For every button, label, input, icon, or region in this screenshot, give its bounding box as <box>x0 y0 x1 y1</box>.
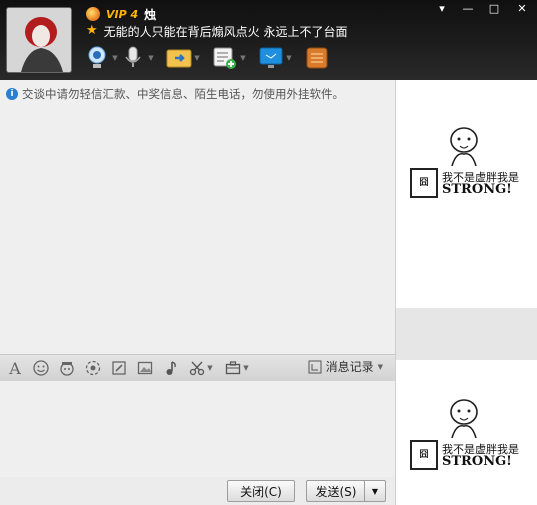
meme-face-icon <box>450 399 478 439</box>
minimize-button[interactable]: — <box>455 0 481 16</box>
app-box-icon <box>306 47 328 69</box>
app-box-button[interactable] <box>304 44 330 72</box>
video-call-dropdown[interactable]: ▼ <box>110 44 120 72</box>
shake-icon <box>85 360 101 376</box>
image-button[interactable] <box>134 358 156 378</box>
bottom-bar: 关闭(C) 发送(S) ▼ <box>0 477 396 505</box>
meme-title: STRONG! <box>442 454 512 469</box>
create-discussion-dropdown[interactable]: ▼ <box>238 44 248 72</box>
message-history-button[interactable]: 消息记录 ▼ <box>308 358 383 375</box>
top-toolbar: ▼ ▼ ▼ ▼ ▼ <box>84 44 330 72</box>
info-icon: i <box>6 88 18 100</box>
graffiti-button[interactable] <box>108 358 130 378</box>
create-discussion-button[interactable] <box>212 44 238 72</box>
folder-arrow-icon <box>166 49 192 68</box>
font-button[interactable]: A <box>4 358 26 378</box>
message-input[interactable] <box>0 381 396 477</box>
scissors-icon <box>190 361 205 376</box>
clock-icon <box>308 360 322 373</box>
video-call-button[interactable] <box>84 44 110 72</box>
chevron-down-icon: ▼ <box>243 364 249 372</box>
music-button[interactable] <box>160 358 182 378</box>
voice-call-dropdown[interactable]: ▼ <box>146 44 156 72</box>
vip-badge[interactable]: VIP 4 <box>106 8 138 21</box>
emoji-button[interactable] <box>30 358 52 378</box>
chevron-down-icon: ▼ <box>377 362 383 371</box>
meme-seal: 囧 <box>410 168 438 198</box>
panel-divider <box>396 308 537 360</box>
close-button[interactable]: 关闭(C) <box>227 480 295 502</box>
maximize-button[interactable]: □ <box>481 0 507 16</box>
message-area[interactable]: i 交谈中请勿轻信汇款、中奖信息、陌生电话，勿使用外挂软件。 <box>0 80 396 354</box>
remote-assist-button[interactable] <box>258 44 284 72</box>
send-file-dropdown[interactable]: ▼ <box>192 44 202 72</box>
close-window-button[interactable]: ✕ <box>507 0 537 16</box>
security-notice-text: 交谈中请勿轻信汇款、中奖信息、陌生电话，勿使用外挂软件。 <box>22 87 344 101</box>
chevron-down-icon: ▼ <box>371 486 379 496</box>
meme-face-icon <box>450 127 478 167</box>
face-icon <box>60 362 74 376</box>
music-note-icon <box>166 361 176 375</box>
screenshot-button[interactable]: ▼ <box>186 358 216 378</box>
vip-line: VIP 4 烛 <box>86 6 156 22</box>
menu-button[interactable]: ▾ <box>429 0 455 16</box>
input-toolbar: A ▼ ▼ 消息记录 ▼ <box>0 354 396 382</box>
remote-assist-dropdown[interactable]: ▼ <box>284 44 294 72</box>
star-icon: ★ <box>86 23 98 38</box>
image-icon <box>137 361 153 375</box>
send-button[interactable]: 发送(S) <box>306 480 365 502</box>
briefcase-icon <box>226 361 241 375</box>
chevron-down-icon: ▼ <box>207 364 213 372</box>
microphone-icon <box>125 46 141 67</box>
security-notice: i 交谈中请勿轻信汇款、中奖信息、陌生电话，勿使用外挂软件。 <box>6 86 344 102</box>
send-options-button[interactable]: ▼ <box>364 480 386 502</box>
edit-icon <box>112 361 126 375</box>
avatar[interactable] <box>6 7 72 73</box>
window-controls: ▾ — □ ✕ <box>429 0 537 16</box>
show-image-bottom[interactable]: 囧 我不是虚胖我是 STRONG! <box>410 398 522 478</box>
webcam-icon <box>88 46 106 68</box>
monitor-icon <box>259 47 283 68</box>
toolbox-button[interactable]: ▼ <box>222 358 252 378</box>
add-list-icon <box>213 47 236 69</box>
vip-crown-icon <box>86 7 100 21</box>
voice-call-button[interactable] <box>120 44 146 72</box>
chat-header: VIP 4 烛 ★ 无能的人只能在背后煽风点火 永远上不了台面 ▼ ▼ ▼ ▼ … <box>0 0 537 80</box>
shake-button[interactable] <box>82 358 104 378</box>
chat-window: VIP 4 烛 ★ 无能的人只能在背后煽风点火 永远上不了台面 ▼ ▼ ▼ ▼ … <box>0 0 537 505</box>
signature-line: ★ 无能的人只能在背后煽风点火 永远上不了台面 <box>86 23 347 39</box>
smiley-icon <box>33 360 49 376</box>
show-image-top[interactable]: 囧 我不是虚胖我是 STRONG! <box>410 126 522 206</box>
meme-title: STRONG! <box>442 182 512 197</box>
font-icon: A <box>9 358 21 378</box>
contact-nickname: 烛 <box>144 7 157 22</box>
right-panel: 囧 我不是虚胖我是 STRONG! 囧 我不是虚胖我是 STRONG! <box>396 80 537 505</box>
signature-text: 无能的人只能在背后煽风点火 永远上不了台面 <box>103 24 348 39</box>
send-file-button[interactable] <box>166 44 192 72</box>
meme-seal: 囧 <box>410 440 438 470</box>
message-history-label: 消息记录 <box>325 360 374 374</box>
magic-emoji-button[interactable] <box>56 358 78 378</box>
